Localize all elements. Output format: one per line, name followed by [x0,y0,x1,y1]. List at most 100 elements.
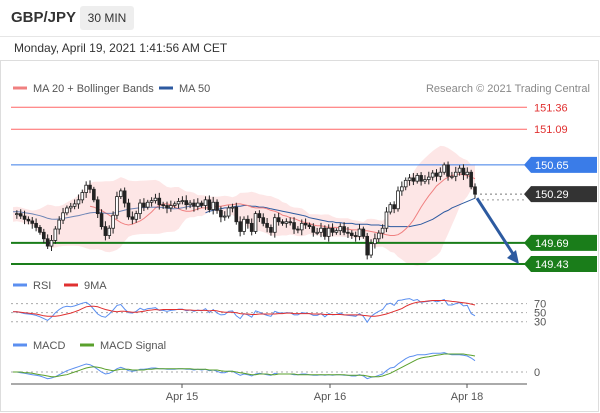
candle-body [469,171,473,188]
candle-body [242,218,246,232]
candle-body [226,207,231,217]
candle-body [122,190,127,204]
candle-body [211,201,216,210]
candle-body [392,204,396,210]
candle-body [380,227,385,234]
candle-body [222,215,227,218]
candle-body [88,184,92,190]
candle-body [419,175,423,182]
candle-body [473,186,477,195]
candle-body [107,227,112,236]
candle-body [415,175,420,182]
candle-body [296,228,300,231]
candle-body [442,164,446,173]
ma50-legend-label: MA 50 [179,83,210,95]
candle-body [438,171,443,177]
macd-signal-legend-label: MACD Signal [100,340,166,352]
candle-body [95,199,100,215]
candle-body [92,188,96,201]
candle-body [323,227,327,237]
candle-body [84,184,88,193]
candle-body [311,226,316,233]
rsi-pane: 705030 [11,298,546,329]
candle-body [219,209,223,218]
level-tag-text: 150.29 [535,189,569,201]
candle-body [161,204,165,207]
candle-body [53,228,58,241]
candle-body [465,171,470,176]
candle-body [353,235,358,237]
candle-body [61,212,65,221]
candle-body [299,222,304,231]
candle-body [261,217,266,224]
candle-body [388,204,393,213]
candle-body [288,221,292,224]
candle-body [342,226,346,233]
candle-body [30,220,35,224]
candle-body [403,179,408,188]
candle-body [276,217,281,223]
candle-body [157,197,162,206]
candle-body [292,222,296,230]
candle-body [26,218,31,222]
candle-body [145,201,150,208]
candle-body [253,213,258,232]
candle-body [334,230,339,233]
candle-body [423,179,427,182]
level-tag-text: 149.43 [535,259,569,271]
candle-body [373,238,377,245]
candle [92,186,96,203]
credit-label: Research © 2021 Trading Central [426,83,590,95]
candle-body [280,221,285,224]
x-axis: Apr 15 Apr 16 Apr 18 [166,384,483,403]
candle-body [307,224,312,228]
candle-body [319,227,323,233]
candle-body [238,221,242,232]
candle-body [369,243,373,256]
candle-body [257,213,262,219]
rsi-tick-label: 30 [534,317,546,329]
ma20-legend-label: MA 20 + Bollinger Bands [33,83,154,95]
candle-body [65,207,69,214]
candle-body [57,219,61,230]
candle-body [430,172,435,178]
candle-body [411,177,416,182]
candle-body [42,231,46,240]
candle-body [172,203,177,206]
candle-body [326,227,331,237]
candle-body [18,213,23,217]
level-tag-text: 149.69 [535,238,569,250]
candle-body [315,231,319,234]
level-tag-150-65: 150.65 [524,156,597,173]
candle-body [165,205,169,209]
candle-body [215,201,219,211]
rsi-ma-legend-label: 9MA [84,280,107,292]
candle-body [426,176,431,180]
forecast-arrow-shaft [475,197,517,258]
candle-body [22,215,27,220]
candle-body [169,205,173,209]
candle-body [284,221,289,224]
candle-body [407,177,412,181]
candle-body [434,172,439,177]
candle-body [346,231,350,234]
candle-body [203,199,208,206]
candle-body [195,202,200,207]
candle-body [249,222,254,232]
candle-body [72,203,77,207]
candle-body [49,240,54,247]
forecast-arrow-layer [475,197,519,264]
x-tick-label: Apr 18 [451,391,483,403]
candle-body [330,227,335,233]
candle-body [384,211,389,229]
candle-body [207,199,212,210]
level-tag-text: 150.65 [535,160,569,172]
candle-body [199,202,204,206]
candle [365,232,369,260]
candle-body [338,226,343,232]
candle-body [246,218,250,224]
macd-legend-label: MACD [33,340,65,352]
candle-body [180,200,185,203]
candle-body [76,199,81,205]
candle-body [365,235,369,256]
